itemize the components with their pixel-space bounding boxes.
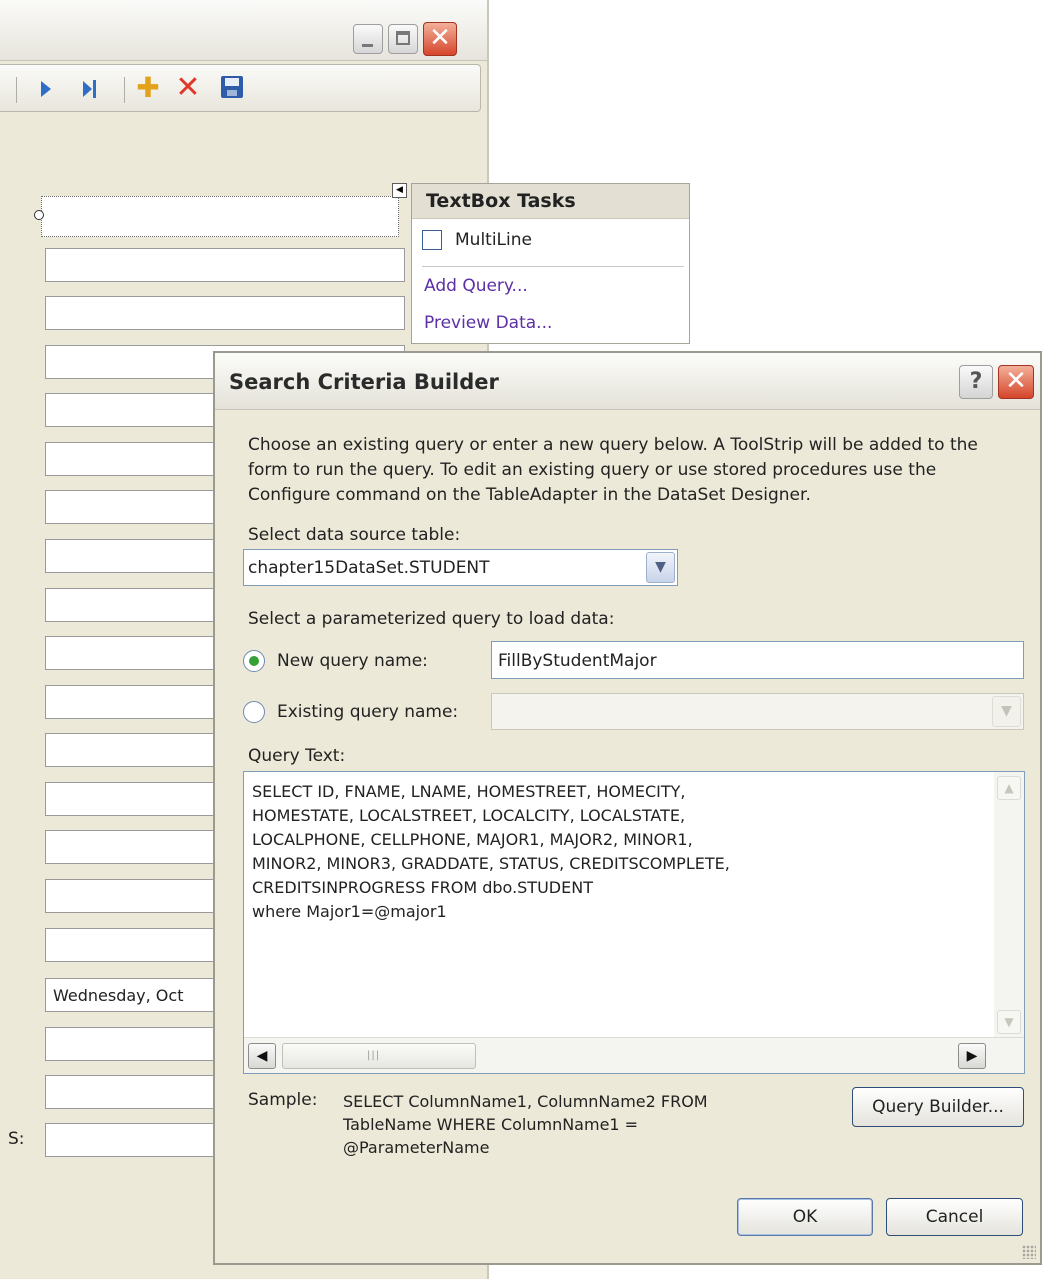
move-last-icon[interactable] (83, 79, 97, 99)
help-button[interactable]: ? (959, 365, 993, 399)
new-query-label[interactable]: New query name: (277, 651, 428, 671)
move-next-icon[interactable] (41, 81, 51, 97)
dialog-close-button[interactable]: ✕ (998, 365, 1034, 399)
scroll-down-icon[interactable]: ▼ (997, 1010, 1021, 1034)
resize-grip-icon[interactable] (1022, 1245, 1036, 1259)
smart-tag-glyph-icon[interactable]: ◀ (392, 183, 407, 198)
existing-query-select: ▼ (491, 693, 1024, 730)
delete-icon[interactable]: ✕ (175, 73, 201, 103)
data-source-table-select[interactable]: chapter15DataSet.STUDENT ▼ (243, 549, 678, 586)
date-value: Wednesday, Oct (53, 986, 184, 1005)
query-builder-button[interactable]: Query Builder... (852, 1087, 1024, 1127)
tasks-divider (422, 266, 684, 267)
horizontal-scrollbar[interactable]: ◀ ||| ▶ (244, 1037, 1024, 1073)
new-query-radio[interactable] (243, 650, 265, 672)
maximize-button[interactable] (388, 24, 418, 54)
minimize-icon (362, 44, 373, 47)
tasks-title: TextBox Tasks (426, 190, 576, 212)
preview-data-link[interactable]: Preview Data... (424, 313, 552, 333)
dialog-title: Search Criteria Builder (229, 370, 499, 394)
form-title-bar: ✕ (0, 0, 487, 61)
existing-query-radio[interactable] (243, 701, 265, 723)
add-new-icon[interactable]: ✚ (135, 74, 161, 102)
minimize-button[interactable] (353, 24, 383, 54)
maximize-icon (396, 31, 410, 45)
scroll-thumb[interactable]: ||| (282, 1043, 476, 1069)
chevron-down-icon[interactable]: ▼ (646, 552, 675, 583)
param-query-label: Select a parameterized query to load dat… (248, 609, 615, 629)
scroll-up-icon[interactable]: ▲ (997, 776, 1021, 800)
multiline-label[interactable]: MultiLine (455, 230, 532, 250)
existing-query-label[interactable]: Existing query name: (277, 702, 458, 722)
vertical-scrollbar[interactable]: ▲ ▼ (994, 772, 1024, 1038)
sample-label: Sample: (248, 1090, 318, 1110)
toolstrip-separator (16, 77, 17, 103)
save-icon[interactable] (221, 76, 243, 98)
search-criteria-builder-dialog: Search Criteria Builder ? ✕ Choose an ex… (213, 351, 1042, 1265)
add-query-link[interactable]: Add Query... (424, 276, 528, 296)
resize-handle[interactable] (34, 210, 44, 220)
textbox-field[interactable] (45, 296, 405, 330)
dialog-title-bar: Search Criteria Builder ? ✕ (215, 353, 1040, 410)
form-close-button[interactable]: ✕ (423, 22, 457, 56)
dialog-description: Choose an existing query or enter a new … (248, 435, 978, 505)
tasks-header: TextBox Tasks (412, 184, 689, 219)
toolstrip-separator (124, 77, 125, 103)
multiline-checkbox[interactable] (422, 230, 442, 250)
cancel-button[interactable]: Cancel (886, 1198, 1023, 1236)
textbox-field[interactable] (45, 248, 405, 282)
query-text-content[interactable]: SELECT ID, FNAME, LNAME, HOMESTREET, HOM… (252, 780, 982, 924)
new-query-value: FillByStudentMajor (498, 651, 657, 671)
ok-button[interactable]: OK (737, 1198, 873, 1236)
selected-textbox[interactable] (41, 196, 399, 237)
new-query-name-input[interactable]: FillByStudentMajor (491, 641, 1024, 679)
query-text-label: Query Text: (248, 746, 346, 766)
radio-selected-dot (249, 656, 259, 666)
binding-navigator-toolstrip: ✚ ✕ (0, 64, 481, 112)
sample-text: SELECT ColumnName1, ColumnName2 FROM Tab… (343, 1092, 708, 1157)
chevron-down-icon: ▼ (992, 696, 1021, 727)
table-value: chapter15DataSet.STUDENT (248, 558, 490, 578)
scroll-right-icon[interactable]: ▶ (958, 1043, 986, 1069)
table-label: Select data source table: (248, 525, 461, 545)
textbox-tasks-panel: TextBox Tasks MultiLine Add Query... Pre… (411, 183, 690, 344)
query-text-area[interactable]: SELECT ID, FNAME, LNAME, HOMESTREET, HOM… (243, 771, 1025, 1074)
scroll-left-icon[interactable]: ◀ (248, 1043, 276, 1069)
field-label: S: (8, 1129, 25, 1149)
